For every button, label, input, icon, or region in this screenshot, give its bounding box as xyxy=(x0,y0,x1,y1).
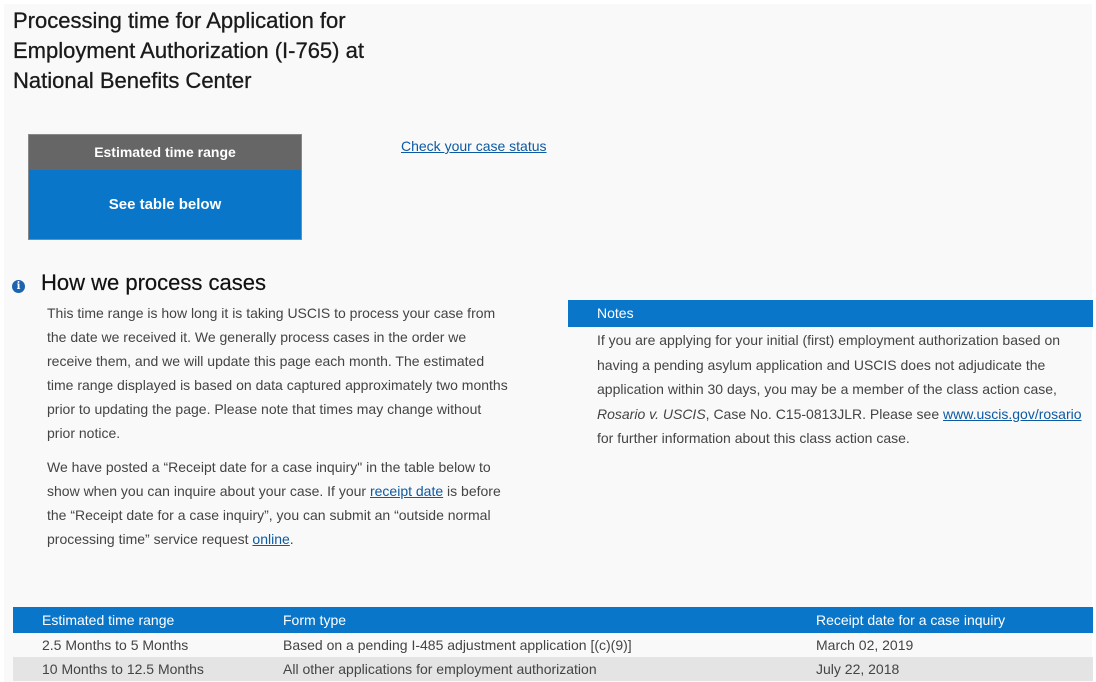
column-header-receipt-date: Receipt date for a case inquiry xyxy=(816,607,1093,633)
processing-explanation-paragraph: This time range is how long it is taking… xyxy=(47,305,508,441)
table-cell-time-range: 2.5 Months to 5 Months xyxy=(42,637,189,653)
notes-text-3: for further information about this class… xyxy=(597,430,910,446)
estimated-time-range-card-value: See table below xyxy=(29,170,301,239)
notes-case-name: Rosario v. USCIS xyxy=(597,405,706,422)
notes-text-2: , Case No. C15-0813JLR. Please see xyxy=(705,405,940,422)
table-cell-form-type: Based on a pending I-485 adjustment appl… xyxy=(283,637,632,653)
column-header-form-type: Form type xyxy=(283,607,816,633)
table-cell-time-range: 10 Months to 12.5 Months xyxy=(13,657,283,681)
table-row: 2.5 Months to 5 Months Based on a pendin… xyxy=(13,633,1093,657)
estimated-time-range-card-header: Estimated time range xyxy=(29,135,301,170)
how-we-process-heading: How we process cases xyxy=(41,270,266,295)
info-icon: i xyxy=(12,280,25,293)
receipt-date-link[interactable]: receipt date xyxy=(370,483,443,499)
table-cell-receipt-date: July 22, 2018 xyxy=(816,657,1093,681)
notes-text: If you are applying for your initial (fi… xyxy=(568,327,1093,451)
estimated-time-range-card: Estimated time range See table below xyxy=(28,134,302,240)
notes-header: Notes xyxy=(568,300,1093,327)
column-header-time-range: Estimated time range xyxy=(13,607,283,633)
table-row: 10 Months to 12.5 Months All other appli… xyxy=(13,657,1093,681)
check-case-status-link[interactable]: Check your case status xyxy=(401,138,547,154)
notes-panel: Notes If you are applying for your initi… xyxy=(568,300,1093,451)
table-cell-form-type: All other applications for employment au… xyxy=(283,657,816,681)
table-cell-receipt-date: March 02, 2019 xyxy=(816,637,914,653)
case-inquiry-paragraph: We have posted a “Receipt date for a cas… xyxy=(47,455,509,551)
page-content: Processing time for Application for Empl… xyxy=(4,4,1093,682)
online-service-request-link[interactable]: online xyxy=(252,531,289,547)
notes-text-1: If you are applying for your initial (fi… xyxy=(597,332,1061,397)
case-inquiry-text-end: . xyxy=(289,531,294,547)
processing-times-table: Estimated time range Form type Receipt d… xyxy=(13,607,1093,681)
page-title: Processing time for Application for Empl… xyxy=(13,8,364,93)
table-header-row: Estimated time range Form type Receipt d… xyxy=(13,607,1093,633)
rosario-link[interactable]: www.uscis.gov/rosario xyxy=(943,406,1082,422)
